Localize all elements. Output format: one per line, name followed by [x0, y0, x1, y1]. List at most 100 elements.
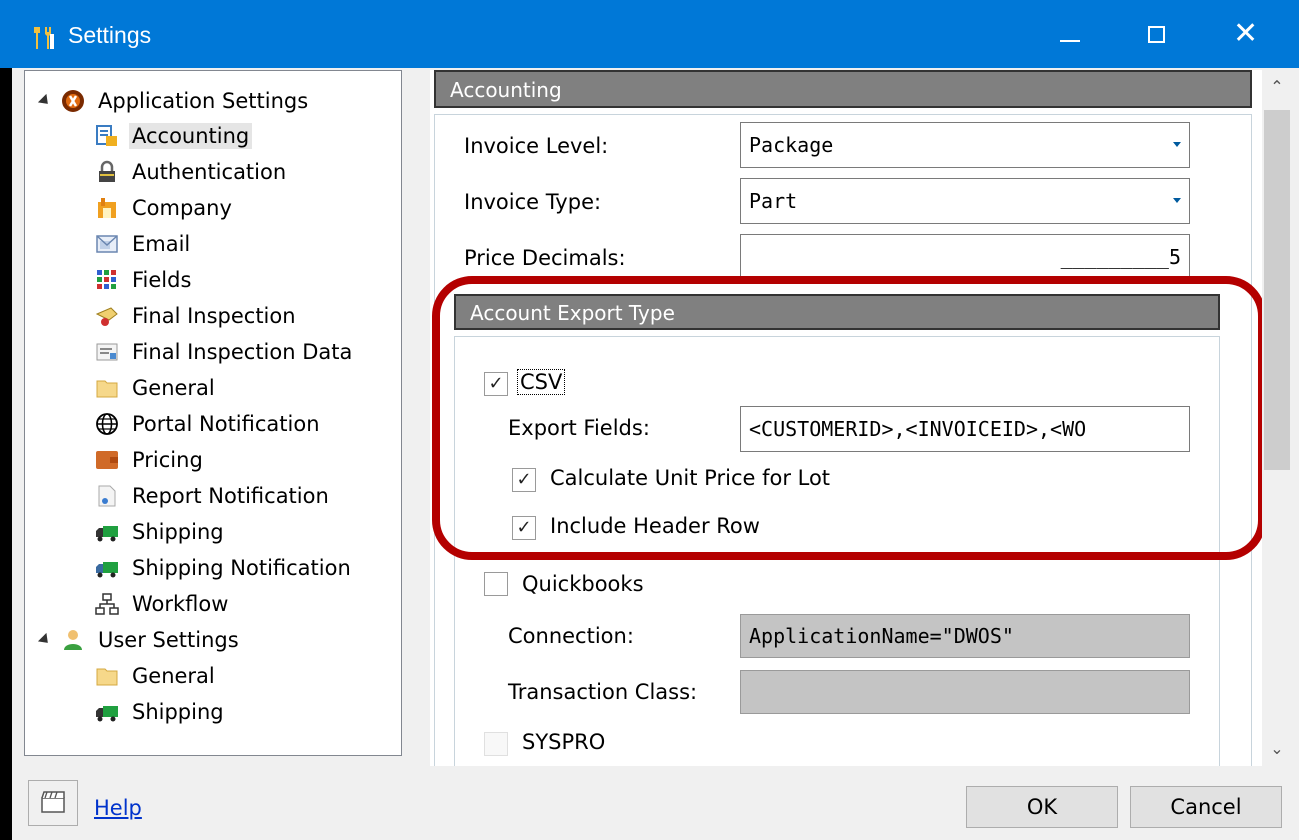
tree-item-label: Fields: [132, 268, 192, 292]
truck-icon: [96, 706, 118, 722]
application-settings-icon: [62, 90, 84, 112]
tree-item-user-shipping[interactable]: Shipping: [95, 695, 227, 729]
dropdown-arrow-icon[interactable]: [1173, 142, 1181, 147]
tree-item-pricing[interactable]: Pricing: [95, 443, 206, 477]
tree-item-general[interactable]: General: [95, 371, 218, 405]
tree-item-final-inspection-data[interactable]: Final Inspection Data: [95, 335, 355, 369]
tree-item-final-inspection[interactable]: Final Inspection: [95, 299, 299, 333]
accounting-section-header: Accounting: [434, 70, 1252, 108]
expand-icon[interactable]: [37, 632, 53, 648]
ok-button[interactable]: OK: [966, 786, 1118, 828]
invoice-level-value: Package: [749, 133, 834, 157]
invoice-level-combo[interactable]: Package: [740, 122, 1190, 168]
report-icon: [98, 485, 116, 507]
tree-item-label: Shipping Notification: [132, 556, 351, 580]
close-icon: ✕: [1233, 16, 1259, 51]
tree-item-label: Final Inspection Data: [132, 340, 353, 364]
connection-label: Connection:: [508, 624, 634, 648]
maximize-button[interactable]: [1118, 0, 1198, 68]
settings-app-icon: [34, 27, 54, 49]
maximize-icon: [1148, 26, 1165, 43]
tree-item-fields[interactable]: Fields: [95, 263, 194, 297]
tree-item-label: Shipping: [132, 520, 224, 544]
tree-item-accounting[interactable]: Accounting: [95, 119, 253, 153]
tree-item-portal-notification[interactable]: Portal Notification: [95, 407, 323, 441]
accounting-icon: [96, 125, 117, 146]
tree-item-user-general[interactable]: General: [95, 659, 218, 693]
shipping-notification-icon: [96, 562, 118, 578]
tree-item-label: Authentication: [132, 160, 287, 184]
company-icon: [98, 198, 116, 218]
quickbooks-checkbox[interactable]: [484, 572, 508, 596]
tree-item-label: Workflow: [132, 592, 229, 616]
tree-group-label: Application Settings: [98, 89, 309, 113]
lock-icon: [99, 160, 115, 182]
tree-item-report-notification[interactable]: Report Notification: [95, 479, 332, 513]
tree-item-label: Portal Notification: [132, 412, 320, 436]
invoice-type-label: Invoice Type:: [464, 190, 602, 214]
cancel-button[interactable]: Cancel: [1130, 786, 1282, 828]
tree-item-authentication[interactable]: Authentication: [95, 155, 289, 189]
tree-item-shipping[interactable]: Shipping: [95, 515, 227, 549]
syspro-label[interactable]: SYSPRO: [522, 730, 605, 754]
minimize-icon: [1060, 40, 1080, 42]
inspection-data-icon: [96, 343, 118, 361]
tree-item-label: General: [132, 664, 215, 688]
settings-window: Settings ✕ Application Settings Accounti…: [0, 0, 1299, 840]
clapper-button[interactable]: [28, 780, 78, 826]
highlight-annotation: [432, 276, 1266, 560]
tree-item-email[interactable]: Email: [95, 227, 193, 261]
transaction-class-input[interactable]: [740, 670, 1190, 714]
dropdown-arrow-icon[interactable]: [1173, 198, 1181, 203]
pricing-icon: [96, 451, 118, 469]
invoice-type-value: Part: [749, 189, 798, 213]
fields-grid-icon: [97, 270, 116, 289]
window-title: Settings: [68, 22, 152, 48]
window-left-edge: [0, 68, 12, 840]
workflow-icon: [95, 593, 119, 615]
settings-tree[interactable]: Application Settings Accounting Authenti…: [24, 70, 402, 756]
scroll-down-icon[interactable]: ⌄: [1262, 732, 1292, 766]
invoice-type-combo[interactable]: Part: [740, 178, 1190, 224]
tree-item-label: Company: [132, 196, 232, 220]
expand-icon[interactable]: [37, 93, 53, 109]
user-settings-icon: [64, 630, 82, 650]
tree-item-label: Accounting: [129, 123, 253, 149]
help-link[interactable]: Help: [94, 796, 142, 820]
quickbooks-label[interactable]: Quickbooks: [522, 572, 644, 596]
globe-icon: [96, 413, 118, 435]
tree-group-user-settings[interactable]: User Settings: [37, 623, 242, 657]
window-bottom-edge: [0, 822, 12, 840]
folder-icon: [96, 380, 118, 398]
tree-item-label: Final Inspection: [132, 304, 296, 328]
panel-scrollbar[interactable]: ⌃ ⌄: [1262, 70, 1292, 766]
tree-item-label: Shipping: [132, 700, 224, 724]
connection-input[interactable]: ApplicationName="DWOS": [740, 614, 1190, 658]
close-button[interactable]: ✕: [1205, 0, 1285, 68]
tree-group-label: User Settings: [98, 628, 239, 652]
tree-group-application-settings[interactable]: Application Settings: [37, 84, 311, 118]
tree-item-company[interactable]: Company: [95, 191, 235, 225]
tree-item-label: Email: [132, 232, 191, 256]
folder-icon: [96, 668, 118, 686]
syspro-checkbox[interactable]: [484, 732, 508, 756]
tree-item-label: Pricing: [132, 448, 203, 472]
email-icon: [96, 235, 118, 253]
scroll-thumb[interactable]: [1264, 110, 1290, 470]
connection-value: ApplicationName="DWOS": [749, 624, 1014, 648]
truck-icon: [96, 526, 118, 542]
title-bar[interactable]: Settings ✕: [0, 0, 1299, 68]
price-decimals-label: Price Decimals:: [464, 246, 626, 270]
tree-item-label: Report Notification: [132, 484, 329, 508]
tree-item-label: General: [132, 376, 215, 400]
invoice-level-label: Invoice Level:: [464, 134, 609, 158]
price-decimals-input[interactable]: _________5: [740, 234, 1190, 280]
transaction-class-label: Transaction Class:: [508, 680, 698, 704]
tree-item-workflow[interactable]: Workflow: [95, 587, 231, 621]
final-inspection-icon: [95, 307, 118, 326]
minimize-button[interactable]: [1030, 0, 1110, 68]
scroll-up-icon[interactable]: ⌃: [1262, 70, 1292, 104]
price-decimals-value: _________5: [1060, 245, 1181, 269]
tree-item-shipping-notification[interactable]: Shipping Notification: [95, 551, 354, 585]
clapperboard-icon: [41, 791, 65, 813]
